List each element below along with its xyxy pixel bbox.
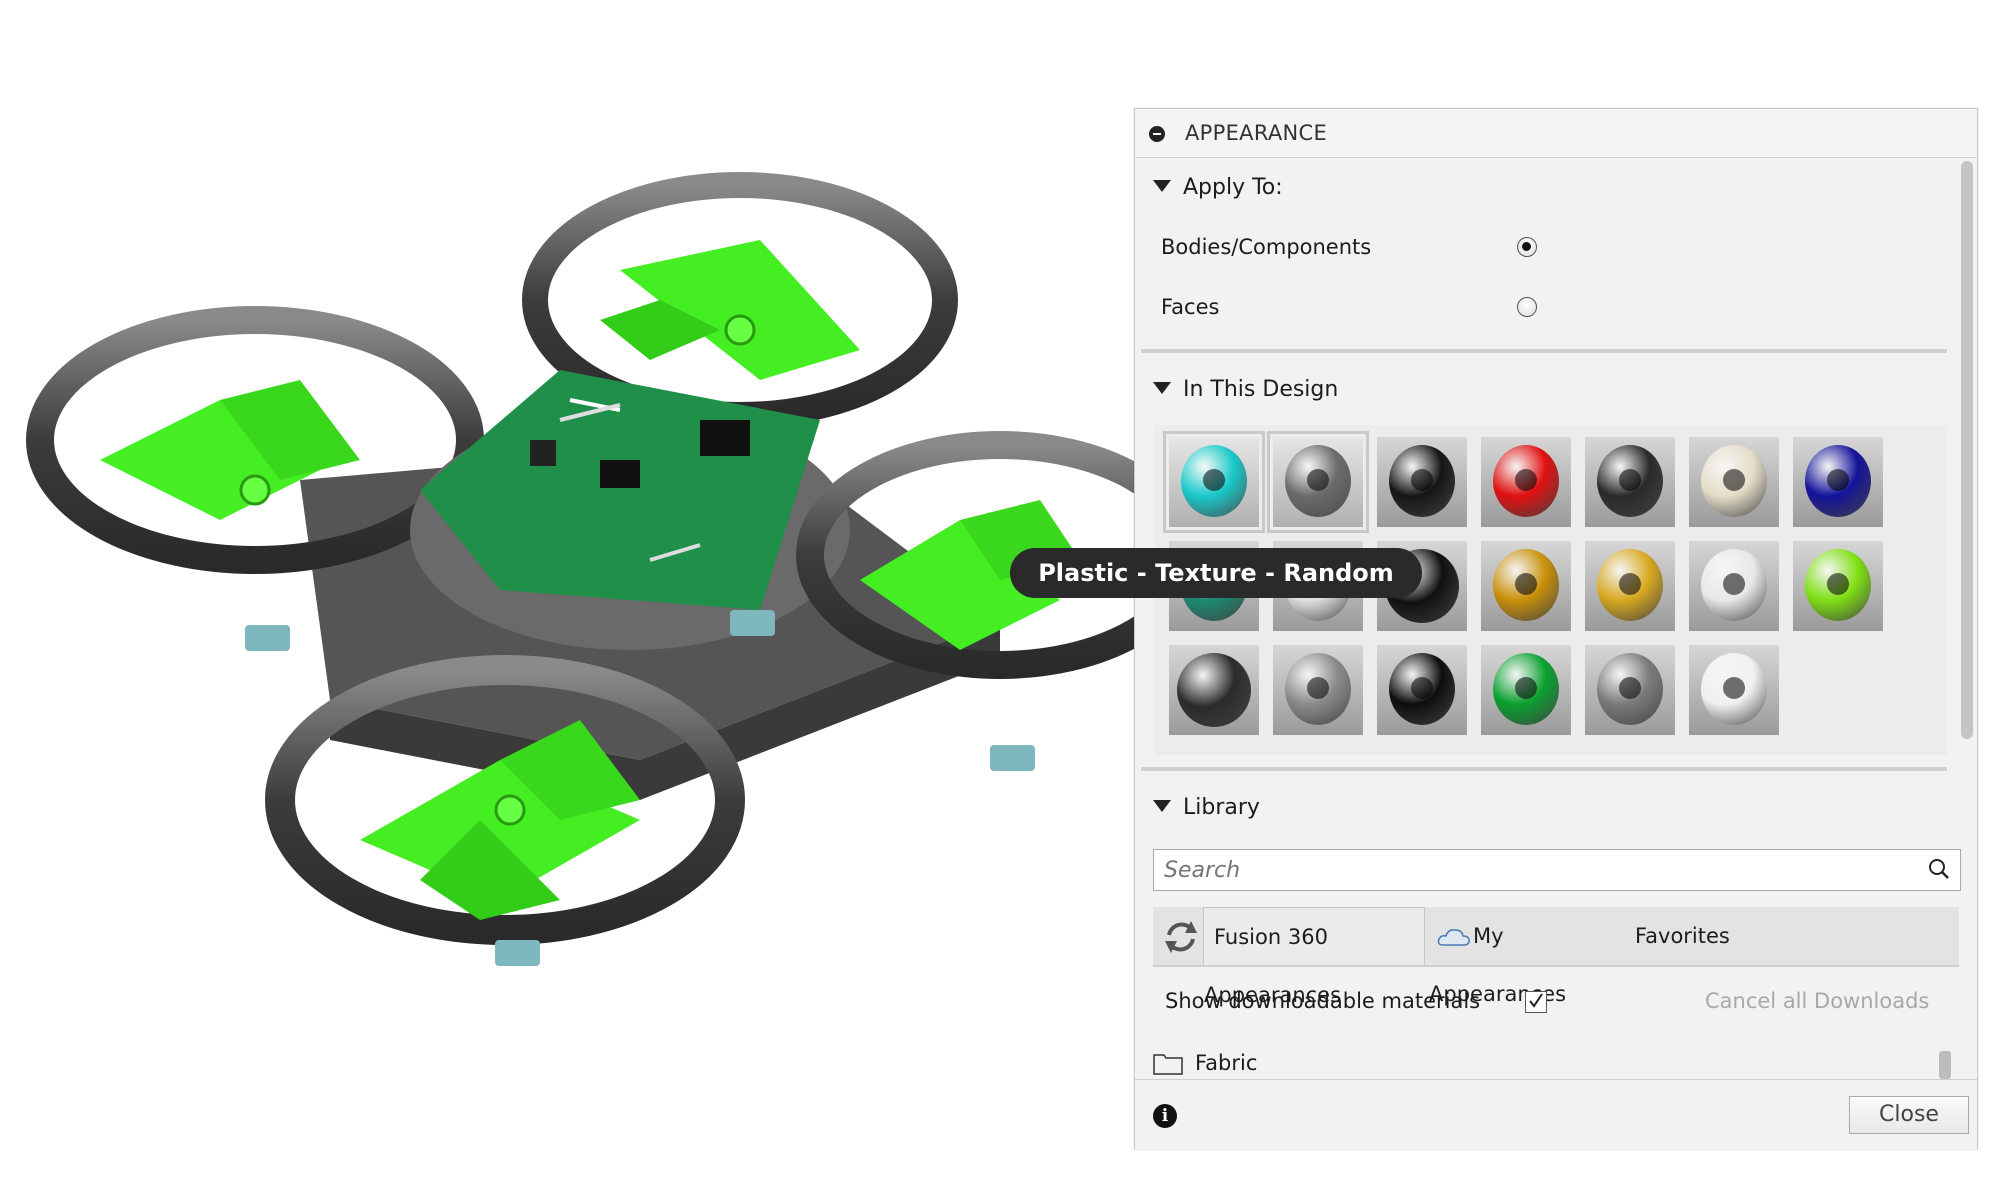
expand-triangle-icon: [1153, 382, 1171, 394]
refresh-icon[interactable]: [1161, 917, 1201, 957]
torus-preview-icon: [1701, 653, 1767, 725]
appearance-swatch[interactable]: [1267, 431, 1369, 533]
folder-icon: [1153, 1054, 1183, 1075]
appearance-swatch[interactable]: [1689, 437, 1779, 527]
torus-preview-icon: [1493, 445, 1559, 517]
appearance-swatch[interactable]: [1689, 541, 1779, 631]
torus-preview-icon: [1285, 653, 1351, 725]
faces-radio[interactable]: [1517, 297, 1537, 317]
torus-preview-icon: [1389, 445, 1455, 517]
library-search-box: [1153, 849, 1961, 891]
section-divider: [1141, 767, 1947, 771]
torus-preview-icon: [1597, 549, 1663, 621]
appearance-tooltip: Plastic - Texture - Random: [1010, 548, 1422, 598]
torus-preview-icon: [1389, 653, 1455, 725]
checkmark-icon: [1529, 993, 1543, 1008]
library-scrollbar[interactable]: [1939, 1051, 1951, 1079]
appearance-swatch[interactable]: [1793, 541, 1883, 631]
bodies-components-label: Bodies/Components: [1161, 235, 1372, 259]
tab-favorites[interactable]: Favorites: [1623, 907, 1753, 965]
appearance-swatch[interactable]: [1169, 645, 1259, 735]
appearance-swatch[interactable]: [1481, 541, 1571, 631]
search-icon[interactable]: [1928, 858, 1950, 880]
torus-preview-icon: [1597, 653, 1663, 725]
library-tabs: Fusion 360 Appearances My Appearances Fa…: [1153, 907, 1959, 1007]
torus-preview-icon: [1493, 549, 1559, 621]
appearance-swatch[interactable]: [1273, 645, 1363, 735]
show-downloadable-checkbox[interactable]: [1525, 991, 1547, 1013]
sphere-preview-icon: [1177, 653, 1251, 727]
appearance-swatch[interactable]: [1689, 645, 1779, 735]
expand-triangle-icon: [1153, 180, 1171, 192]
torus-preview-icon: [1493, 653, 1559, 725]
appearance-panel: APPEARANCE Apply To: Bodies/Components F…: [1134, 108, 1978, 1150]
collapse-icon[interactable]: [1149, 126, 1165, 142]
torus-preview-icon: [1597, 445, 1663, 517]
library-heading[interactable]: Library: [1153, 795, 1260, 820]
appearance-swatch[interactable]: [1377, 437, 1467, 527]
faces-label: Faces: [1161, 295, 1220, 319]
torus-preview-icon: [1805, 445, 1871, 517]
torus-preview-icon: [1805, 549, 1871, 621]
library-folder-list: Fabric: [1153, 1041, 1753, 1079]
apply-to-heading[interactable]: Apply To:: [1153, 175, 1283, 200]
folder-item-fabric[interactable]: Fabric: [1195, 1051, 1257, 1075]
torus-preview-icon: [1701, 549, 1767, 621]
library-search-input[interactable]: [1162, 854, 1906, 886]
tab-my-appearances[interactable]: My Appearances: [1429, 907, 1619, 1006]
torus-preview-icon: [1285, 445, 1351, 517]
bodies-components-radio[interactable]: [1517, 237, 1537, 257]
torus-preview-icon: [1701, 445, 1767, 517]
expand-triangle-icon: [1153, 800, 1171, 812]
cloud-icon: [1437, 929, 1470, 946]
appearance-swatch[interactable]: [1585, 437, 1675, 527]
panel-footer: i Close: [1135, 1079, 1977, 1150]
section-divider: [1141, 349, 1947, 353]
drone-model[interactable]: [0, 0, 1204, 1188]
in-this-design-heading[interactable]: In This Design: [1153, 377, 1338, 402]
appearance-swatch[interactable]: [1163, 431, 1265, 533]
panel-header[interactable]: APPEARANCE: [1135, 109, 1977, 158]
appearance-swatch[interactable]: [1481, 437, 1571, 527]
panel-title: APPEARANCE: [1185, 121, 1328, 145]
tab-fusion-360-appearances[interactable]: Fusion 360 Appearances: [1203, 907, 1425, 1007]
info-icon[interactable]: i: [1153, 1104, 1177, 1128]
appearance-swatch[interactable]: [1481, 645, 1571, 735]
close-button[interactable]: Close: [1849, 1096, 1969, 1134]
torus-preview-icon: [1181, 445, 1247, 517]
appearance-swatch[interactable]: [1793, 437, 1883, 527]
show-downloadable-label: Show downloadable materials: [1165, 989, 1481, 1013]
appearance-swatch[interactable]: [1585, 541, 1675, 631]
rotor-ring-left: [26, 306, 484, 574]
design-viewport[interactable]: [0, 0, 1204, 1188]
cancel-all-downloads-link[interactable]: Cancel all Downloads: [1705, 989, 1929, 1013]
panel-scrollbar[interactable]: [1961, 161, 1973, 739]
appearance-swatch[interactable]: [1377, 645, 1467, 735]
appearance-swatch[interactable]: [1585, 645, 1675, 735]
